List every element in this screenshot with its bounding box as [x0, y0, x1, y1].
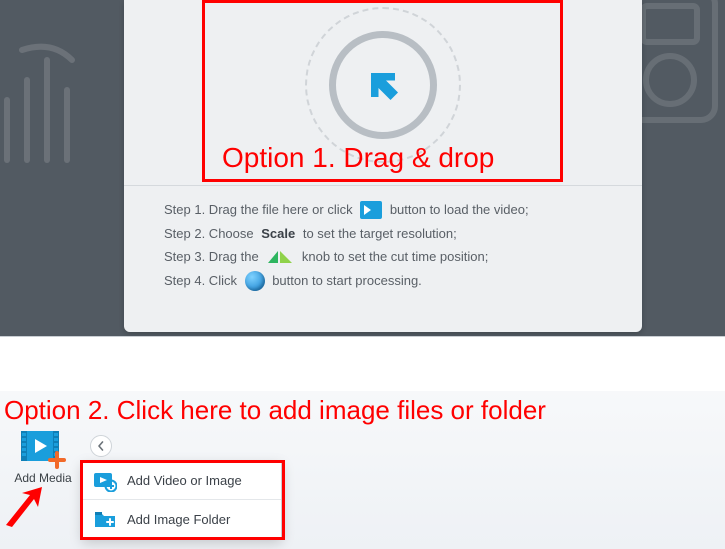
- cut-knob-icon: [266, 249, 294, 265]
- step-4-text-a: Step 4. Click: [164, 271, 241, 291]
- video-image-add-icon: [93, 470, 117, 492]
- chevron-left-icon: [96, 441, 106, 451]
- instruction-steps: Step 1. Drag the file here or click butt…: [124, 186, 642, 307]
- folder-add-icon: [93, 508, 117, 530]
- drop-target-area[interactable]: [124, 0, 642, 186]
- step-1: Step 1. Drag the file here or click butt…: [164, 200, 602, 220]
- drop-panel: Step 1. Drag the file here or click butt…: [124, 0, 642, 332]
- annotation-label-2: Option 2. Click here to add image files …: [4, 395, 546, 426]
- menu-item-add-image-folder[interactable]: Add Image Folder: [83, 500, 281, 538]
- step-4-text-b: button to start processing.: [269, 271, 422, 291]
- add-media-icon: [19, 429, 67, 469]
- step-3: Step 3. Drag the knob to set the cut tim…: [164, 247, 602, 267]
- add-media-menu: Add Video or Image Add Image Folder: [82, 461, 282, 539]
- step-3-text-a: Step 3. Drag the: [164, 247, 262, 267]
- step-2-text-b: to set the target resolution;: [299, 224, 457, 244]
- step-1-text-b: button to load the video;: [386, 200, 528, 220]
- process-button-icon: [245, 271, 265, 291]
- step-2-text-a: Step 2. Choose: [164, 224, 257, 244]
- drop-ring: [329, 31, 437, 139]
- scale-label: Scale: [261, 224, 295, 244]
- cursor-arrow-icon: [365, 67, 401, 103]
- menu-item-add-video-or-image[interactable]: Add Video or Image: [83, 462, 281, 500]
- add-media-label: Add Media: [10, 471, 76, 485]
- bg-music-decoration: [0, 40, 112, 180]
- collapse-toggle[interactable]: [90, 435, 112, 457]
- menu-item-label: Add Image Folder: [127, 512, 230, 527]
- lower-top-strip: [0, 337, 725, 391]
- add-media-button[interactable]: Add Media: [10, 429, 76, 501]
- step-4: Step 4. Click button to start processing…: [164, 271, 602, 291]
- step-1-text-a: Step 1. Drag the file here or click: [164, 200, 356, 220]
- load-video-icon: [360, 201, 382, 219]
- step-3-text-b: knob to set the cut time position;: [298, 247, 488, 267]
- step-2: Step 2. Choose Scale to set the target r…: [164, 224, 602, 244]
- menu-item-label: Add Video or Image: [127, 473, 242, 488]
